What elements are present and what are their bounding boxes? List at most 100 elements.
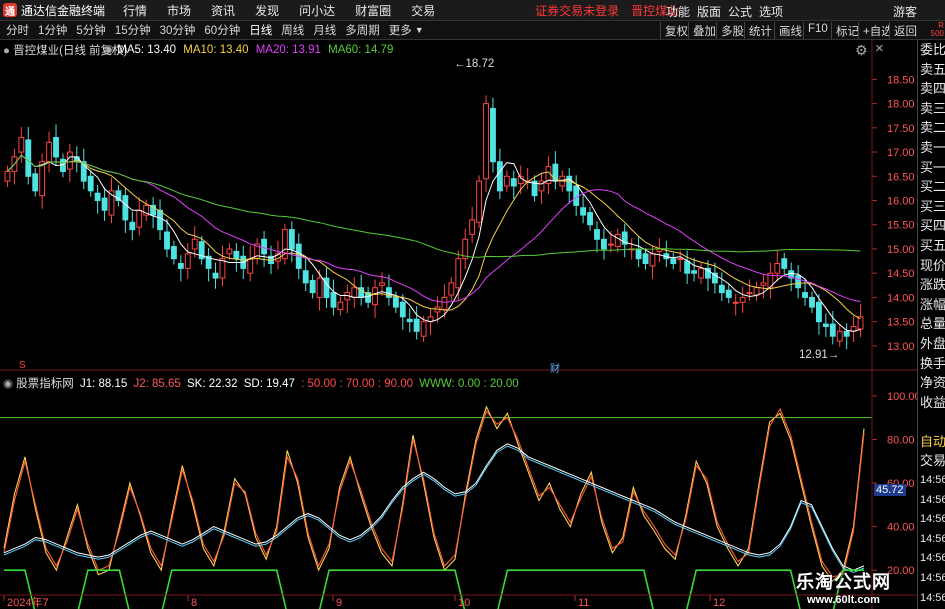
candle-body	[503, 175, 510, 187]
sidebar-item[interactable]: 14:56	[918, 530, 945, 550]
sidebar-item[interactable]: 卖三	[918, 99, 945, 119]
stats-button[interactable]: 统计	[744, 22, 776, 39]
tab-60min[interactable]: 60分钟	[204, 22, 240, 38]
price-tick-label: 16.50	[887, 171, 915, 183]
candle-body	[46, 141, 53, 163]
sidebar-item[interactable]: 卖五	[918, 60, 945, 80]
candle-body	[66, 151, 73, 170]
candle-body	[476, 180, 483, 223]
menu-formula[interactable]: 公式	[728, 3, 752, 20]
sidebar-item[interactable]	[918, 412, 945, 432]
back-button[interactable]: 返回	[889, 22, 921, 39]
watermark: 乐淘公式网 www.60lt.com	[770, 568, 917, 608]
date-tick-label: 9	[336, 597, 342, 609]
www-line	[4, 569, 864, 609]
tab-daily[interactable]: 日线	[249, 22, 272, 38]
menu-discover[interactable]: 发现	[255, 2, 279, 19]
sidebar-item[interactable]: 买二	[918, 177, 945, 197]
menu-market-quotes[interactable]: 行情	[123, 2, 147, 19]
sidebar-item[interactable]: 卖四	[918, 79, 945, 99]
sidebar-item[interactable]: 14:56	[918, 471, 945, 491]
sidebar-item[interactable]: 收益	[918, 393, 945, 413]
candle-body	[226, 248, 233, 255]
f10-button[interactable]: F10	[803, 22, 832, 39]
login-status[interactable]: 证券交易未登录	[535, 2, 619, 19]
chevron-down-icon[interactable]: ▼	[415, 25, 424, 35]
candle-body	[774, 263, 781, 274]
settings-gear-icon[interactable]: ⚙	[855, 42, 868, 59]
candle-body	[642, 253, 649, 265]
chart-canvas[interactable]: 13.00 13.50 14.00 14.50 15.00 15.50 16.00 16.50…	[0, 40, 917, 609]
menu-news[interactable]: 资讯	[211, 2, 235, 19]
sidebar-item[interactable]: 卖一	[918, 138, 945, 158]
menu-market[interactable]: 市场	[167, 2, 191, 19]
candle-body	[25, 139, 32, 177]
tab-weekly[interactable]: 周线	[281, 22, 304, 38]
title-bar: 通 通达信金融终端 行情 市场 资讯 发现 问小达 财富圈 交易 证券交易未登录…	[0, 0, 945, 21]
indicator-lines	[0, 405, 872, 609]
sidebar-item[interactable]: 外盘	[918, 334, 945, 354]
tab-15min[interactable]: 15分钟	[115, 22, 151, 38]
sidebar-corner-label: R 500	[930, 21, 944, 38]
candle-body	[725, 289, 732, 298]
candle-body	[483, 103, 489, 180]
candle-body	[795, 275, 802, 289]
sidebar-item[interactable]: 买五	[918, 236, 945, 256]
sidebar-item[interactable]: 委比	[918, 40, 945, 60]
candle-body	[233, 250, 240, 260]
sidebar-item[interactable]: 换手	[918, 354, 945, 374]
sidebar-item[interactable]: 卖二	[918, 118, 945, 138]
indicator-name: 股票指标网	[16, 378, 74, 390]
candle-body	[330, 292, 337, 308]
sidebar-item[interactable]: 14:56	[918, 491, 945, 511]
candle-body	[316, 277, 323, 298]
menu-options[interactable]: 选项	[759, 3, 783, 20]
price-tick-label: 14.50	[887, 268, 915, 280]
finance-marker[interactable]: 财	[550, 360, 560, 375]
sidebar-item[interactable]: 14:56	[918, 510, 945, 530]
date-tick-label: 11	[578, 597, 589, 609]
candle-body	[212, 272, 219, 279]
sidebar-item[interactable]: 涨跌	[918, 275, 945, 295]
candle-body	[441, 296, 448, 311]
close-icon[interactable]: ×	[875, 40, 884, 57]
price-tick-label: 13.50	[887, 317, 915, 329]
candle-body	[129, 221, 136, 231]
tab-intraday[interactable]: 分时	[6, 22, 29, 38]
candle-body	[600, 238, 607, 250]
sidebar-item[interactable]: 14:56	[918, 569, 945, 589]
tab-1min[interactable]: 1分钟	[38, 22, 67, 38]
tab-multi-period[interactable]: 多周期	[345, 22, 380, 38]
guest-user[interactable]: 游客	[893, 3, 917, 20]
candle-body	[566, 175, 573, 192]
draw-line-button[interactable]: 画线	[774, 22, 806, 39]
menu-layout[interactable]: 版面	[697, 3, 721, 20]
menu-trade[interactable]: 交易	[411, 2, 435, 19]
sidebar-item[interactable]: 净资	[918, 373, 945, 393]
sidebar-item[interactable]: 总量	[918, 314, 945, 334]
candle-body	[288, 229, 295, 250]
tab-more[interactable]: 更多	[389, 22, 412, 38]
sidebar-item[interactable]: 现价	[918, 256, 945, 276]
menu-ask-xiaoda[interactable]: 问小达	[299, 2, 335, 19]
sidebar-item[interactable]: 14:56	[918, 589, 945, 609]
menu-functions[interactable]: 功能	[666, 3, 690, 20]
sidebar-item[interactable]: 买一	[918, 158, 945, 178]
tab-5min[interactable]: 5分钟	[76, 22, 105, 38]
candle-body	[809, 296, 815, 308]
sidebar-item[interactable]: 涨幅	[918, 295, 945, 315]
date-tick-label: 12	[713, 597, 725, 609]
candle-body	[670, 258, 677, 265]
sidebar-item[interactable]: 14:56	[918, 549, 945, 569]
tab-monthly[interactable]: 月线	[313, 22, 336, 38]
sidebar-item[interactable]: 买四	[918, 216, 945, 236]
menu-wealth-circle[interactable]: 财富圈	[355, 2, 391, 19]
candle-body	[469, 219, 476, 235]
sidebar-item[interactable]: 买三	[918, 197, 945, 217]
indicator-tick-label: 80.00	[887, 434, 915, 446]
price-tick-label: 15.50	[887, 220, 915, 232]
sidebar-item[interactable]: 交易	[918, 451, 945, 471]
app-name: 通达信金融终端	[21, 3, 106, 18]
tab-30min[interactable]: 30分钟	[160, 22, 196, 38]
sidebar-item[interactable]: 自动	[918, 432, 945, 452]
